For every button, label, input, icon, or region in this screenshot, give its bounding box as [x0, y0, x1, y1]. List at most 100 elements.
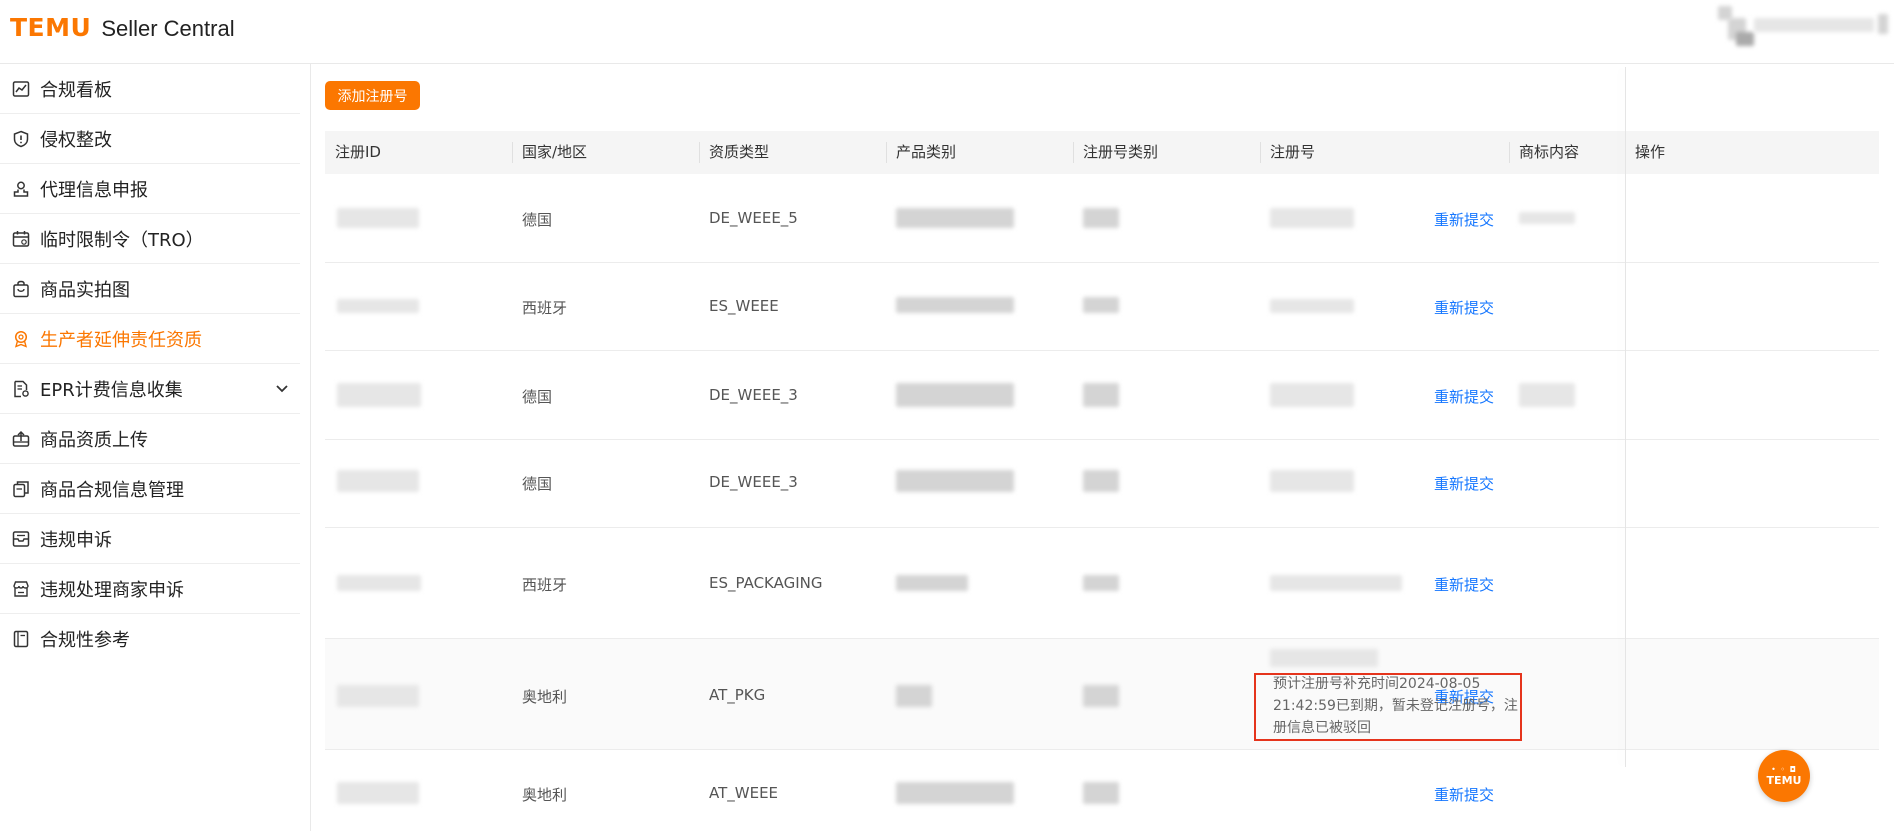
table-row: 奥地利 AT_WEEE 重新提交	[325, 750, 1879, 835]
product-category-value	[896, 383, 1014, 407]
product-category-value	[896, 685, 932, 707]
registration-number-value	[1270, 383, 1354, 407]
registration-type-value	[1083, 782, 1119, 804]
resubmit-link[interactable]: 重新提交	[1434, 209, 1494, 230]
chevron-down-icon[interactable]	[274, 380, 290, 396]
sidebar-item-qualification-upload[interactable]: 商品资质上传	[0, 414, 300, 464]
qualification-type-cell: AT_PKG	[709, 686, 766, 704]
product-category-value	[896, 208, 1014, 228]
country-cell: 德国	[522, 211, 553, 229]
column-header-registration-id: 注册ID	[335, 143, 381, 161]
sidebar-item-label: 侵权整改	[40, 129, 112, 151]
country-cell: 德国	[522, 475, 553, 493]
actions-column-divider	[1625, 67, 1626, 767]
table-row: 奥地利 AT_PKG 重新提交	[325, 639, 1879, 750]
shopping-bag-icon	[11, 279, 31, 299]
sidebar-item-label: 违规处理商家申诉	[40, 579, 184, 601]
product-category-value	[896, 575, 968, 591]
sidebar-item-label: 生产者延伸责任资质	[40, 329, 202, 351]
sidebar-item-compliance-dashboard[interactable]: 合规看板	[0, 64, 300, 114]
sidebar-item-epr-qualification[interactable]: 生产者延伸责任资质	[0, 314, 300, 364]
store-icon	[11, 579, 31, 599]
country-cell: 德国	[522, 388, 553, 406]
country-cell: 西班牙	[522, 576, 568, 594]
sidebar-item-agent-info[interactable]: 代理信息申报	[0, 164, 300, 214]
sidebar-item-label: 合规性参考	[40, 630, 130, 651]
registration-number-value	[1270, 208, 1354, 228]
user-account-menu[interactable]	[1714, 0, 1894, 60]
sidebar-item-product-photos[interactable]: 商品实拍图	[0, 264, 300, 314]
registration-type-value	[1083, 383, 1119, 407]
column-header-trademark: 商标内容	[1519, 143, 1580, 161]
registration-type-value	[1083, 470, 1119, 492]
registration-type-value	[1083, 208, 1119, 228]
sidebar-item-epr-billing[interactable]: EPR计费信息收集	[0, 364, 300, 414]
registration-type-value	[1083, 685, 1119, 707]
column-header-actions: 操作	[1635, 143, 1666, 161]
registration-id-value	[337, 685, 419, 707]
registration-number-value	[1270, 470, 1354, 492]
user-stamp-icon	[11, 179, 31, 199]
table-row: 德国 DE_WEEE_5 重新提交	[325, 174, 1879, 263]
main-content: 添加注册号 注册ID 国家/地区 资质类型 产品类别 注册号类别 注册号 商标内…	[312, 64, 1894, 831]
registration-number-value	[1270, 649, 1378, 667]
sidebar-item-label: 商品实拍图	[40, 279, 130, 301]
chart-line-icon	[11, 79, 31, 99]
shield-alert-icon	[11, 129, 31, 149]
sidebar-item-infringement[interactable]: 侵权整改	[0, 114, 300, 164]
registration-id-value	[337, 208, 419, 228]
top-header: TEMU Seller Central	[0, 0, 1894, 64]
column-header-qualification-type: 资质类型	[709, 143, 770, 161]
qualification-type-cell: ES_PACKAGING	[709, 574, 823, 592]
column-header-country: 国家/地区	[522, 143, 588, 161]
registration-type-value	[1083, 575, 1119, 591]
sidebar-item-compliance-info[interactable]: 商品合规信息管理	[0, 464, 300, 514]
copy-docs-icon	[11, 479, 31, 499]
logo[interactable]: TEMU Seller Central	[10, 13, 235, 42]
highlight-box	[1254, 673, 1522, 741]
resubmit-link[interactable]: 重新提交	[1434, 297, 1494, 318]
column-header-registration-type: 注册号类别	[1083, 143, 1159, 161]
qualification-type-cell: DE_WEEE_5	[709, 209, 798, 227]
upload-tray-icon	[11, 429, 31, 449]
sidebar-item-violation-appeal[interactable]: 违规申诉	[0, 514, 300, 564]
country-cell: 奥地利	[522, 786, 568, 804]
registration-id-value	[337, 299, 419, 313]
resubmit-link[interactable]: 重新提交	[1434, 386, 1494, 407]
sidebar-item-label: 商品合规信息管理	[40, 479, 184, 501]
column-header-product-category: 产品类别	[896, 143, 957, 161]
country-cell: 奥地利	[522, 688, 568, 706]
sidebar-item-tro[interactable]: 临时限制令（TRO）	[0, 214, 300, 264]
trademark-value	[1519, 212, 1575, 224]
sidebar-item-compliance-reference[interactable]: 合规性参考	[0, 614, 300, 664]
sidebar: 合规看板 侵权整改 代理信息申报 临时限制令（TRO） 商品实拍图 生产者延伸责…	[0, 64, 311, 831]
document-settings-icon	[11, 379, 31, 399]
sidebar-item-label: 合规看板	[40, 79, 112, 101]
registration-id-value	[337, 575, 421, 591]
table-row: 德国 DE_WEEE_3 重新提交	[325, 351, 1879, 440]
resubmit-link[interactable]: 重新提交	[1434, 574, 1494, 595]
resubmit-link[interactable]: 重新提交	[1434, 784, 1494, 805]
logo-brand: TEMU	[10, 13, 92, 42]
logo-product-name: Seller Central	[101, 16, 235, 41]
qualification-type-cell: DE_WEEE_3	[709, 473, 798, 491]
table-row: 西班牙 ES_WEEE 重新提交	[325, 263, 1879, 351]
product-category-value	[896, 470, 1014, 492]
assistant-icon: • ◦ ◘	[1771, 764, 1797, 774]
book-icon	[11, 629, 31, 649]
registration-number-value	[1270, 575, 1402, 591]
qualification-type-cell: AT_WEEE	[709, 784, 779, 802]
sidebar-item-label: 违规申诉	[40, 529, 112, 551]
registration-type-value	[1083, 297, 1119, 313]
username	[1754, 18, 1874, 32]
temu-assistant-button[interactable]: • ◦ ◘ TEMU	[1758, 750, 1810, 802]
sidebar-item-merchant-appeal[interactable]: 违规处理商家申诉	[0, 564, 300, 614]
resubmit-link[interactable]: 重新提交	[1434, 473, 1494, 494]
registration-id-value	[337, 470, 419, 492]
product-category-value	[896, 297, 1014, 313]
table-row: 西班牙 ES_PACKAGING 重新提交	[325, 528, 1879, 639]
inbox-icon	[11, 529, 31, 549]
add-registration-button[interactable]: 添加注册号	[325, 81, 420, 110]
badge-icon	[11, 329, 31, 349]
qualification-type-cell: DE_WEEE_3	[709, 386, 798, 404]
